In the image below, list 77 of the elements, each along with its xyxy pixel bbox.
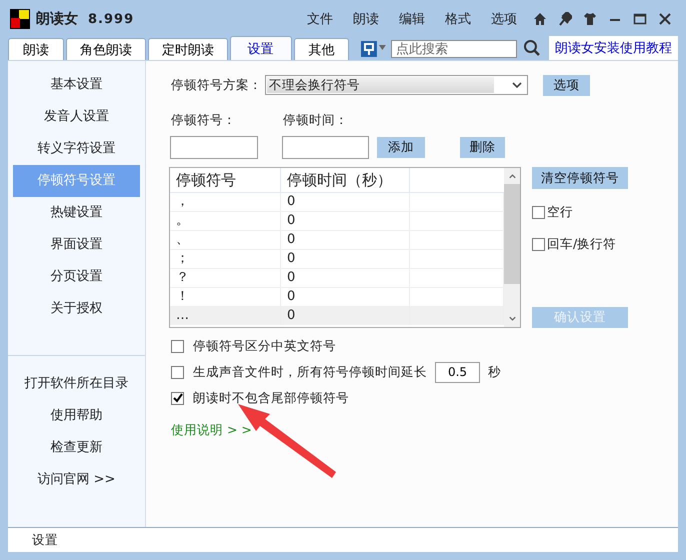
scheme-label: 停顿符号方案： (171, 76, 262, 94)
time-label: 停顿时间： (283, 112, 348, 128)
tab[interactable]: 角色朗读 (66, 38, 146, 60)
checkbox[interactable] (532, 206, 545, 218)
checkbox[interactable] (171, 340, 184, 352)
menu-item[interactable]: 文件 (297, 10, 343, 28)
window-title: 朗读女 (36, 10, 78, 28)
unit-label: 秒 (488, 364, 501, 380)
checkbox-label: 回车/换行符 (547, 236, 616, 252)
sidebar-item[interactable]: 转义字符设置 (13, 133, 140, 165)
sidebar-link[interactable]: 打开软件所在目录 (13, 368, 140, 400)
time-input[interactable] (282, 136, 369, 159)
delay-input[interactable]: 0.5 (435, 362, 480, 382)
sidebar-link[interactable]: 检查更新 (13, 432, 140, 464)
search-icon[interactable] (523, 39, 541, 57)
menu-item[interactable]: 编辑 (389, 10, 435, 28)
sidebar-item[interactable]: 热键设置 (13, 197, 140, 229)
maximize-icon[interactable] (633, 12, 647, 26)
table-cell: 0 (281, 288, 410, 306)
table-cell: 0 (281, 250, 410, 268)
menu-item[interactable]: 朗读 (343, 10, 389, 28)
logo-icon (10, 9, 30, 29)
checkbox[interactable] (171, 366, 184, 378)
scrollbar[interactable] (504, 168, 520, 327)
clear-button[interactable]: 清空停顿符号 (532, 167, 628, 189)
pin-dropdown-icon[interactable] (361, 41, 388, 57)
checkbox-label: 朗读时不包含尾部停顿符号 (193, 390, 349, 406)
sidebar-item[interactable]: 分页设置 (13, 261, 140, 293)
close-icon[interactable] (658, 12, 672, 26)
pin-icon[interactable] (558, 12, 572, 26)
tab[interactable]: 朗读 (8, 38, 64, 60)
tab[interactable]: 设置 (230, 36, 292, 60)
scroll-down-icon[interactable] (508, 315, 516, 323)
sidebar-item[interactable]: 界面设置 (13, 229, 140, 261)
checkbox[interactable] (171, 392, 184, 404)
sidebar-link[interactable]: 访问官网 >> (13, 464, 140, 496)
chevron-down-icon (512, 80, 522, 90)
symbol-input[interactable] (170, 136, 258, 159)
table-cell: 0 (281, 269, 410, 287)
sidebar-item[interactable]: 关于授权 (13, 293, 140, 325)
checkbox-label: 停顿符号区分中英文符号 (193, 338, 336, 354)
menu-item[interactable]: 格式 (435, 10, 481, 28)
table-cell: 、 (170, 231, 281, 249)
add-button[interactable]: 添加 (377, 137, 425, 158)
table-cell: 0 (281, 212, 410, 230)
table-cell: … (170, 307, 281, 325)
sidebar-link[interactable]: 使用帮助 (13, 400, 140, 432)
table-cell: ！ (170, 288, 281, 306)
tab[interactable]: 其他 (294, 38, 350, 60)
column-header: 停顿时间（秒） (281, 168, 410, 192)
table-cell: ； (170, 250, 281, 268)
search-field[interactable]: 点此搜索 (391, 40, 518, 58)
sidebar-item[interactable]: 发音人设置 (13, 101, 140, 133)
table-cell: ？ (170, 269, 281, 287)
menu-item[interactable]: 选项 (481, 10, 527, 28)
table-cell: 0 (281, 231, 410, 249)
checkbox[interactable] (532, 238, 545, 250)
table-cell: 0 (281, 193, 410, 211)
checkbox-label: 空行 (547, 204, 573, 220)
column-header: 停顿符号 (170, 168, 281, 192)
sidebar-item[interactable]: 基本设置 (13, 69, 140, 101)
options-button[interactable]: 选项 (543, 74, 590, 96)
table-cell: ， (170, 193, 281, 211)
table-cell: 0 (281, 307, 410, 325)
delete-button[interactable]: 删除 (460, 137, 505, 158)
tab[interactable]: 定时朗读 (148, 38, 228, 60)
tutorial-link[interactable]: 朗读女安装使用教程 (549, 36, 678, 60)
checkbox-label: 生成声音文件时，所有符号停顿时间延长 (193, 364, 427, 380)
status-text: 设置 (32, 532, 58, 548)
usage-link[interactable]: 使用说明 > > (171, 422, 252, 439)
shirt-icon[interactable] (583, 12, 597, 26)
home-icon[interactable] (533, 12, 547, 26)
version-label: 8.999 (88, 12, 134, 26)
scroll-up-icon[interactable] (508, 172, 516, 180)
table-cell: 。 (170, 212, 281, 230)
scheme-dropdown[interactable]: 不理会换行符号 (265, 75, 528, 95)
symbol-label: 停顿符号： (171, 112, 237, 128)
